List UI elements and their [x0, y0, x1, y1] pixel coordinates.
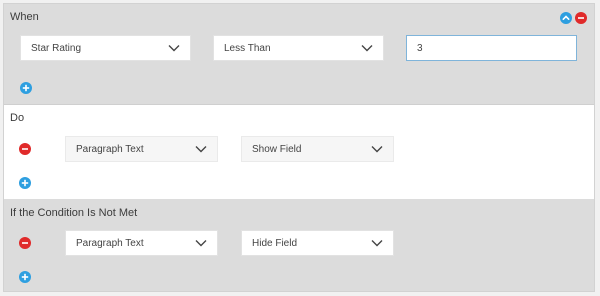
chevron-down-icon [168, 45, 180, 52]
do-field-select[interactable]: Paragraph Text [65, 136, 218, 162]
chevron-down-icon [361, 45, 373, 52]
add-action-button[interactable] [19, 177, 31, 189]
remove-else-action-button[interactable] [19, 237, 31, 249]
else-field-select-value: Paragraph Text [76, 237, 144, 249]
when-title: When [10, 11, 39, 23]
when-section: When Star Rating Less Than 3 [4, 4, 594, 104]
minus-circle-icon [19, 143, 31, 155]
when-value-input-text: 3 [417, 42, 423, 54]
collapse-button[interactable] [560, 12, 572, 24]
else-title: If the Condition Is Not Met [10, 207, 138, 219]
chevron-up-circle-icon [560, 12, 572, 24]
when-operator-select-value: Less Than [224, 42, 271, 54]
plus-circle-icon [19, 271, 31, 283]
conditional-logic-panel: When Star Rating Less Than 3 Do Paragrap… [3, 3, 595, 292]
chevron-down-icon [195, 240, 207, 247]
add-condition-button[interactable] [20, 82, 32, 94]
do-section: Do Paragraph Text Show Field [4, 104, 594, 200]
remove-condition-group-button[interactable] [575, 12, 587, 24]
chevron-down-icon [371, 240, 383, 247]
chevron-down-icon [371, 146, 383, 153]
minus-circle-icon [575, 12, 587, 24]
when-operator-select[interactable]: Less Than [213, 35, 384, 61]
do-action-select-value: Show Field [252, 143, 302, 155]
chevron-down-icon [195, 146, 207, 153]
minus-circle-icon [19, 237, 31, 249]
do-field-select-value: Paragraph Text [76, 143, 144, 155]
remove-action-button[interactable] [19, 143, 31, 155]
else-section: If the Condition Is Not Met Paragraph Te… [4, 199, 594, 291]
plus-circle-icon [20, 82, 32, 94]
plus-circle-icon [19, 177, 31, 189]
do-title: Do [10, 112, 25, 124]
when-field-select-value: Star Rating [31, 42, 82, 54]
else-action-select[interactable]: Hide Field [241, 230, 394, 256]
else-action-select-value: Hide Field [252, 237, 298, 249]
do-action-select[interactable]: Show Field [241, 136, 394, 162]
when-field-select[interactable]: Star Rating [20, 35, 191, 61]
else-field-select[interactable]: Paragraph Text [65, 230, 218, 256]
add-else-action-button[interactable] [19, 271, 31, 283]
when-value-input[interactable]: 3 [406, 35, 577, 61]
